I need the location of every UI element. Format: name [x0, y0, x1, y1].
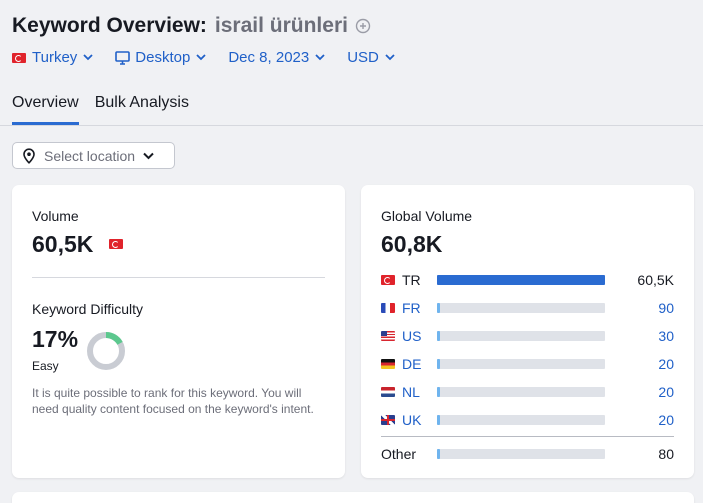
country-row-de: DE 20: [381, 354, 674, 374]
turkey-flag-icon: [381, 275, 395, 285]
volume-label: Volume: [32, 208, 79, 224]
global-volume-value: 60,8K: [381, 231, 443, 257]
device-filter[interactable]: Desktop: [115, 49, 206, 66]
france-flag-icon: [381, 303, 395, 313]
country-row-tr: TR 60,5K: [381, 270, 674, 290]
volume-bar-fill: [437, 449, 440, 459]
other-volume: 80: [658, 446, 674, 462]
tab-bar: Overview Bulk Analysis: [12, 94, 205, 125]
volume-bar: [437, 275, 605, 285]
country-volume-link[interactable]: 20: [658, 384, 674, 400]
tab-bulk-analysis[interactable]: Bulk Analysis: [95, 94, 189, 125]
volume-card: Volume 60,5K Keyword Difficulty 17% Easy…: [12, 185, 345, 478]
volume-bar-fill: [437, 359, 440, 369]
desktop-icon: [115, 50, 131, 65]
country-code-link[interactable]: NL: [402, 384, 442, 400]
device-label: Desktop: [135, 49, 191, 66]
currency-label: USD: [347, 49, 379, 66]
kd-level: Easy: [32, 359, 59, 373]
kd-description: It is quite possible to rank for this ke…: [32, 386, 314, 416]
country-row-uk: UK 20: [381, 410, 674, 430]
location-placeholder: Select location: [44, 147, 136, 164]
page-header: Keyword Overview: israil ürünleri Turkey…: [0, 0, 703, 126]
country-code-link[interactable]: FR: [402, 300, 442, 316]
volume-bar-fill: [437, 387, 440, 397]
volume-bar: [437, 359, 605, 369]
other-divider: [381, 436, 674, 437]
chevron-down-icon: [315, 54, 325, 61]
tab-overview[interactable]: Overview: [12, 94, 79, 125]
country-code: TR: [402, 272, 421, 288]
chevron-down-icon: [83, 54, 93, 61]
filters-bar: Turkey Desktop Dec 8, 2023 USD: [12, 49, 417, 66]
netherlands-flag-icon: [381, 387, 395, 397]
country-code-link[interactable]: DE: [402, 356, 442, 372]
country-filter[interactable]: Turkey: [12, 49, 93, 66]
volume-value: 60,5K: [32, 231, 94, 257]
currency-filter[interactable]: USD: [347, 49, 395, 66]
kd-label: Keyword Difficulty: [32, 301, 144, 317]
country-row-other: Other 80: [381, 444, 674, 464]
page-title: Keyword Overview:: [12, 14, 207, 37]
country-volume: 60,5K: [637, 272, 674, 288]
global-volume-label: Global Volume: [381, 208, 473, 224]
uk-flag-icon: [381, 415, 395, 425]
germany-flag-icon: [381, 359, 395, 369]
volume-bar-fill: [437, 415, 440, 425]
chevron-down-icon: [196, 54, 206, 61]
country-label: Turkey: [32, 49, 78, 66]
turkey-flag-icon: [12, 52, 26, 63]
volume-bar: [437, 449, 605, 459]
country-code-link[interactable]: UK: [402, 412, 442, 428]
date-filter[interactable]: Dec 8, 2023: [228, 49, 325, 66]
country-volume-link[interactable]: 20: [658, 356, 674, 372]
country-volume-link[interactable]: 90: [658, 300, 674, 316]
keyword-title: israil ürünleri: [214, 14, 348, 37]
volume-bar-fill: [437, 275, 605, 285]
title-row: Keyword Overview: israil ürünleri: [12, 14, 371, 38]
card-divider: [32, 277, 325, 278]
location-select[interactable]: Select location: [12, 142, 175, 169]
chevron-down-icon: [385, 54, 395, 61]
location-pin-icon: [22, 147, 36, 164]
volume-bar-fill: [437, 331, 440, 341]
turkey-flag-icon: [109, 239, 123, 249]
kd-donut-chart: [87, 332, 125, 370]
volume-bar-fill: [437, 303, 440, 313]
date-label: Dec 8, 2023: [228, 49, 310, 66]
volume-bar: [437, 415, 605, 425]
volume-bar: [437, 303, 605, 313]
kd-value: 17%: [32, 326, 79, 352]
other-label: Other: [381, 446, 417, 462]
country-code-link[interactable]: US: [402, 328, 442, 344]
usa-flag-icon: [381, 331, 395, 341]
add-circle-icon[interactable]: [355, 18, 371, 34]
country-row-fr: FR 90: [381, 298, 674, 318]
next-card: [12, 492, 694, 503]
country-row-us: US 30: [381, 326, 674, 346]
country-volume-link[interactable]: 20: [658, 412, 674, 428]
volume-bar: [437, 331, 605, 341]
country-row-nl: NL 20: [381, 382, 674, 402]
chevron-down-icon: [143, 152, 154, 160]
volume-bar: [437, 387, 605, 397]
country-volume-link[interactable]: 30: [658, 328, 674, 344]
global-volume-card: Global Volume 60,8K TR 60,5K FR 90 US 30…: [361, 185, 694, 478]
